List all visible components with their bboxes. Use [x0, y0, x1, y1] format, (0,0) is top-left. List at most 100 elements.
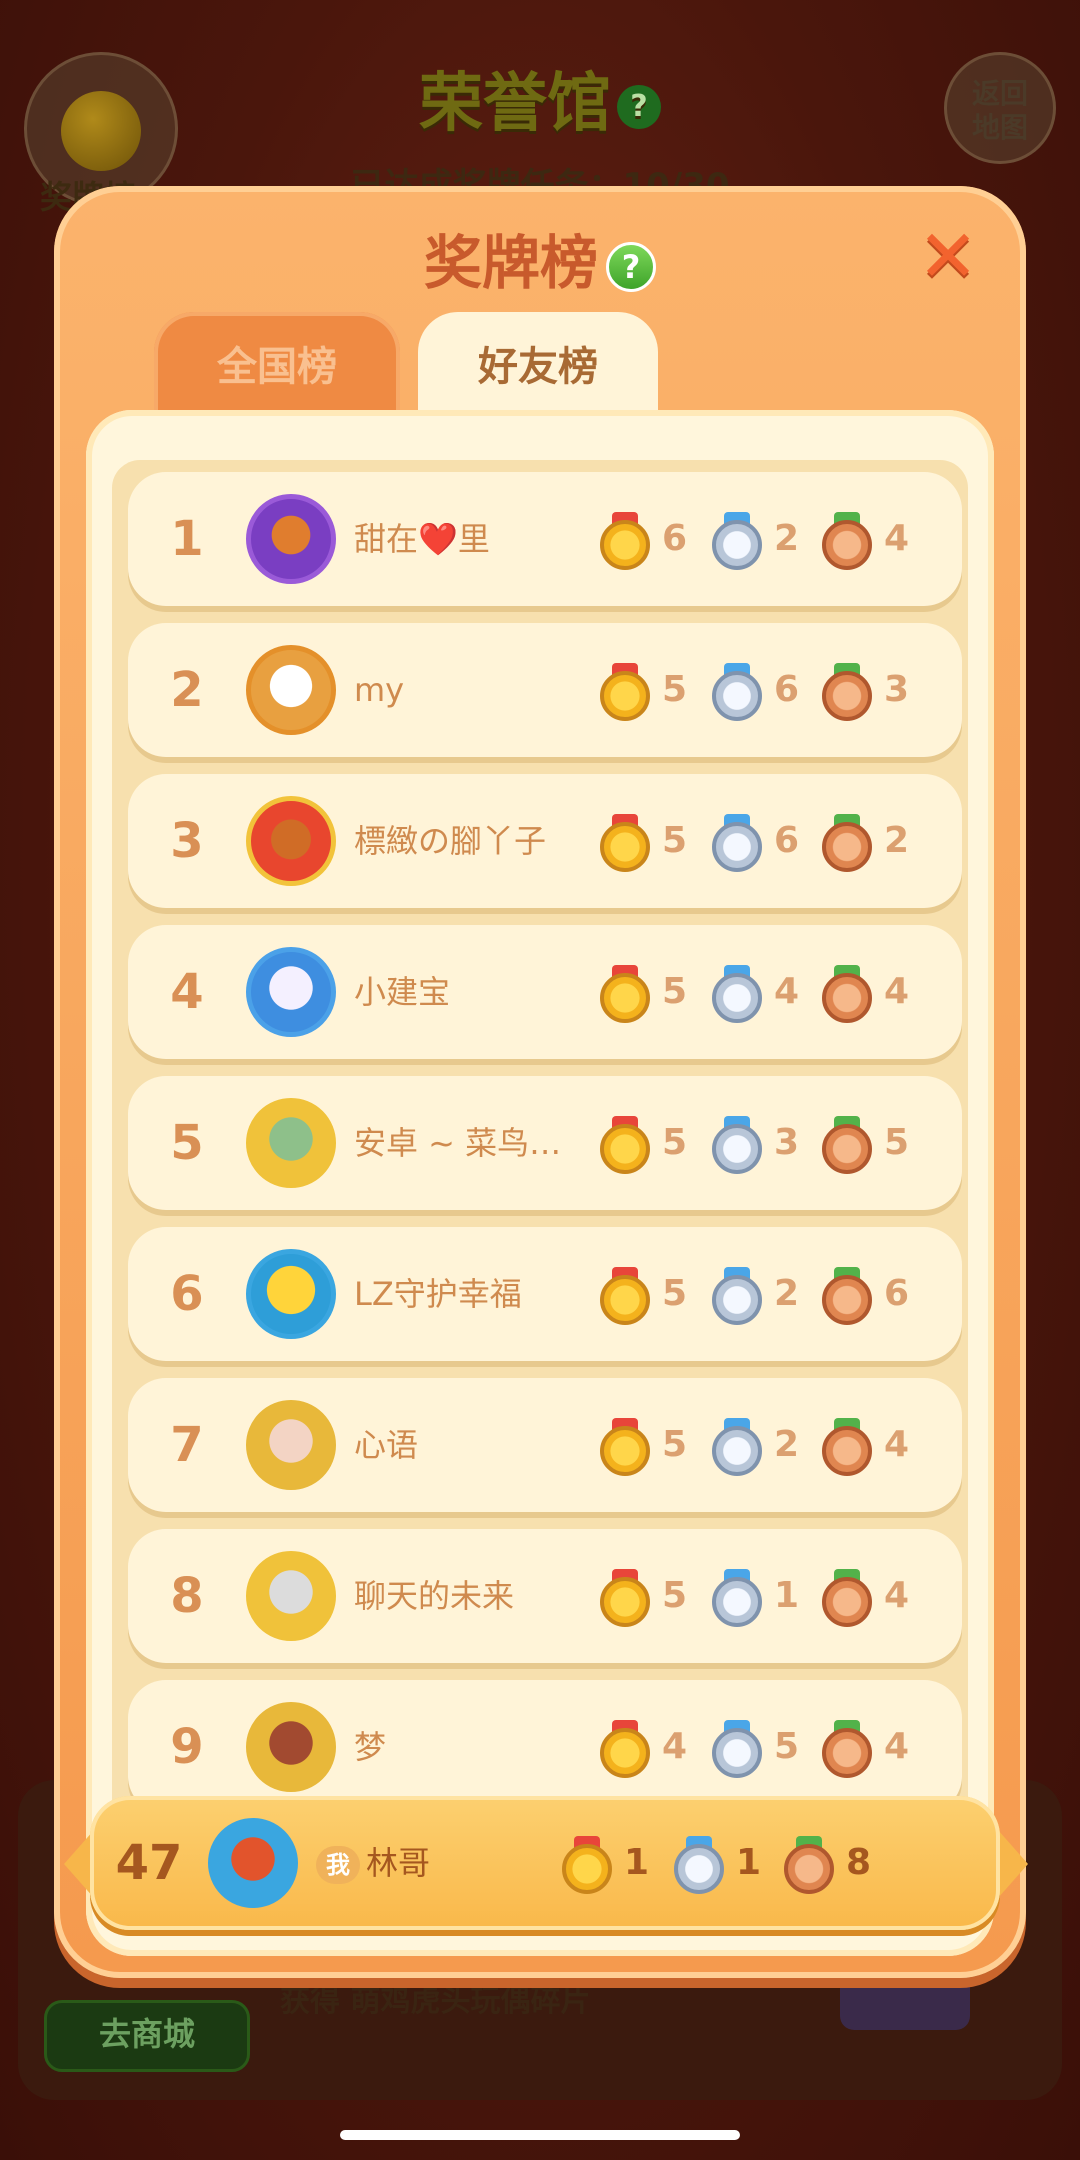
- rank-number: 1: [170, 511, 204, 567]
- leaderboard-row[interactable]: 9 梦 4 5 4: [128, 1680, 962, 1814]
- bronze-count: 4: [884, 518, 910, 559]
- gold-medal-icon: [598, 1267, 652, 1327]
- silver-count: 2: [774, 518, 800, 559]
- silver-count: 2: [774, 1424, 800, 1465]
- bronze-medal-icon: [820, 512, 874, 572]
- gold-count: 5: [662, 1575, 688, 1616]
- gold-medal-icon: [598, 663, 652, 723]
- gold-count: 4: [662, 1726, 688, 1767]
- silver-count: 3: [774, 1122, 800, 1163]
- leaderboard-row[interactable]: 1 甜在❤️里 6 2 4: [128, 472, 962, 606]
- bronze-medal-icon: [820, 1267, 874, 1327]
- silver-count: 1: [736, 1842, 762, 1883]
- my-player-name: 我林哥: [316, 1796, 430, 1930]
- tab-friends[interactable]: 好友榜: [418, 312, 658, 422]
- silver-medal-icon: [710, 1116, 764, 1176]
- avatar[interactable]: [246, 796, 336, 886]
- silver-count: 6: [774, 669, 800, 710]
- bronze-medal-icon: [820, 1116, 874, 1176]
- my-rank-row[interactable]: 47 我林哥 1 1 8: [90, 1796, 1000, 1930]
- help-icon[interactable]: ?: [617, 85, 661, 130]
- rank-number: 5: [170, 1115, 204, 1171]
- bronze-medal-icon: [820, 814, 874, 874]
- player-name: 聊天的未来: [354, 1577, 515, 1615]
- player-name: my: [354, 671, 405, 709]
- silver-medal-icon: [710, 1569, 764, 1629]
- help-icon[interactable]: ?: [606, 241, 656, 292]
- leaderboard-row[interactable]: 4 小建宝 5 4 4: [128, 925, 962, 1059]
- bronze-medal-icon: [820, 663, 874, 723]
- gold-count: 5: [662, 1122, 688, 1163]
- gold-count: 5: [662, 1273, 688, 1314]
- bronze-medal-icon: [820, 965, 874, 1025]
- leaderboard-row[interactable]: 6 LZ守护幸福 5 2 6: [128, 1227, 962, 1361]
- player-name: 梦: [354, 1728, 387, 1766]
- home-indicator[interactable]: [340, 2130, 740, 2140]
- silver-medal-icon: [672, 1836, 726, 1896]
- bronze-count: 5: [884, 1122, 910, 1163]
- gold-medal-icon: [598, 1720, 652, 1780]
- bronze-medal-icon: [820, 1418, 874, 1478]
- medal-leaderboard-modal: 奖牌榜? ✕ 全国榜 好友榜 1 甜在❤️里 6 2 4 2 my 5 6 3 …: [54, 186, 1026, 1978]
- avatar[interactable]: [246, 1400, 336, 1490]
- leaderboard-panel: 1 甜在❤️里 6 2 4 2 my 5 6 3 3 標緻の腳丫子 5 6 2 …: [86, 410, 994, 1956]
- avatar[interactable]: [246, 1249, 336, 1339]
- bronze-count: 4: [884, 1424, 910, 1465]
- player-name: 安卓 ~ 菜鸟…: [354, 1124, 562, 1162]
- gold-count: 1: [624, 1842, 650, 1883]
- silver-count: 5: [774, 1726, 800, 1767]
- bronze-count: 2: [884, 820, 910, 861]
- avatar[interactable]: [246, 947, 336, 1037]
- gold-medal-icon: [560, 1836, 614, 1896]
- silver-medal-icon: [710, 1418, 764, 1478]
- my-rank-number: 47: [115, 1835, 183, 1891]
- bronze-count: 4: [884, 1575, 910, 1616]
- leaderboard-row[interactable]: 7 心语 5 2 4: [128, 1378, 962, 1512]
- bronze-count: 6: [884, 1273, 910, 1314]
- reward-text: 获得 萌鸡虎头玩偶碎片: [280, 1984, 591, 2019]
- avatar[interactable]: [246, 494, 336, 584]
- avatar[interactable]: [246, 1098, 336, 1188]
- gold-medal-icon: [598, 1116, 652, 1176]
- player-name: 甜在❤️里: [354, 520, 490, 558]
- bronze-count: 4: [884, 1726, 910, 1767]
- modal-title: 奖牌榜?: [54, 216, 1026, 300]
- silver-count: 2: [774, 1273, 800, 1314]
- player-name: 小建宝: [354, 973, 451, 1011]
- tab-national[interactable]: 全国榜: [154, 312, 400, 422]
- silver-medal-icon: [710, 814, 764, 874]
- gold-medal-icon: [598, 1569, 652, 1629]
- gold-count: 5: [662, 1424, 688, 1465]
- my-avatar[interactable]: [208, 1818, 298, 1908]
- silver-medal-icon: [710, 965, 764, 1025]
- gold-count: 5: [662, 820, 688, 861]
- player-name: LZ守护幸福: [354, 1275, 522, 1313]
- close-icon[interactable]: ✕: [916, 220, 980, 292]
- leaderboard-row[interactable]: 5 安卓 ~ 菜鸟… 5 3 5: [128, 1076, 962, 1210]
- leaderboard-row[interactable]: 8 聊天的未来 5 1 4: [128, 1529, 962, 1663]
- bronze-count: 8: [846, 1842, 872, 1883]
- bronze-medal-icon: [820, 1569, 874, 1629]
- shop-button[interactable]: 去商城: [44, 2000, 250, 2072]
- return-map-button[interactable]: 返回 地图: [944, 52, 1056, 164]
- rank-number: 3: [170, 813, 204, 869]
- leaderboard-list[interactable]: 1 甜在❤️里 6 2 4 2 my 5 6 3 3 標緻の腳丫子 5 6 2 …: [112, 460, 968, 1930]
- rank-number: 2: [170, 662, 204, 718]
- avatar[interactable]: [246, 1702, 336, 1792]
- bronze-count: 3: [884, 669, 910, 710]
- leaderboard-row[interactable]: 3 標緻の腳丫子 5 6 2: [128, 774, 962, 908]
- gold-count: 5: [662, 971, 688, 1012]
- rank-number: 8: [170, 1568, 204, 1624]
- rank-number: 4: [170, 964, 204, 1020]
- player-name: 心语: [354, 1426, 419, 1464]
- silver-count: 6: [774, 820, 800, 861]
- avatar[interactable]: [246, 1551, 336, 1641]
- silver-count: 4: [774, 971, 800, 1012]
- silver-medal-icon: [710, 1267, 764, 1327]
- bronze-medal-icon: [782, 1836, 836, 1896]
- gold-count: 5: [662, 669, 688, 710]
- leaderboard-row[interactable]: 2 my 5 6 3: [128, 623, 962, 757]
- bronze-medal-icon: [820, 1720, 874, 1780]
- avatar[interactable]: [246, 645, 336, 735]
- gold-medal-icon: [598, 1418, 652, 1478]
